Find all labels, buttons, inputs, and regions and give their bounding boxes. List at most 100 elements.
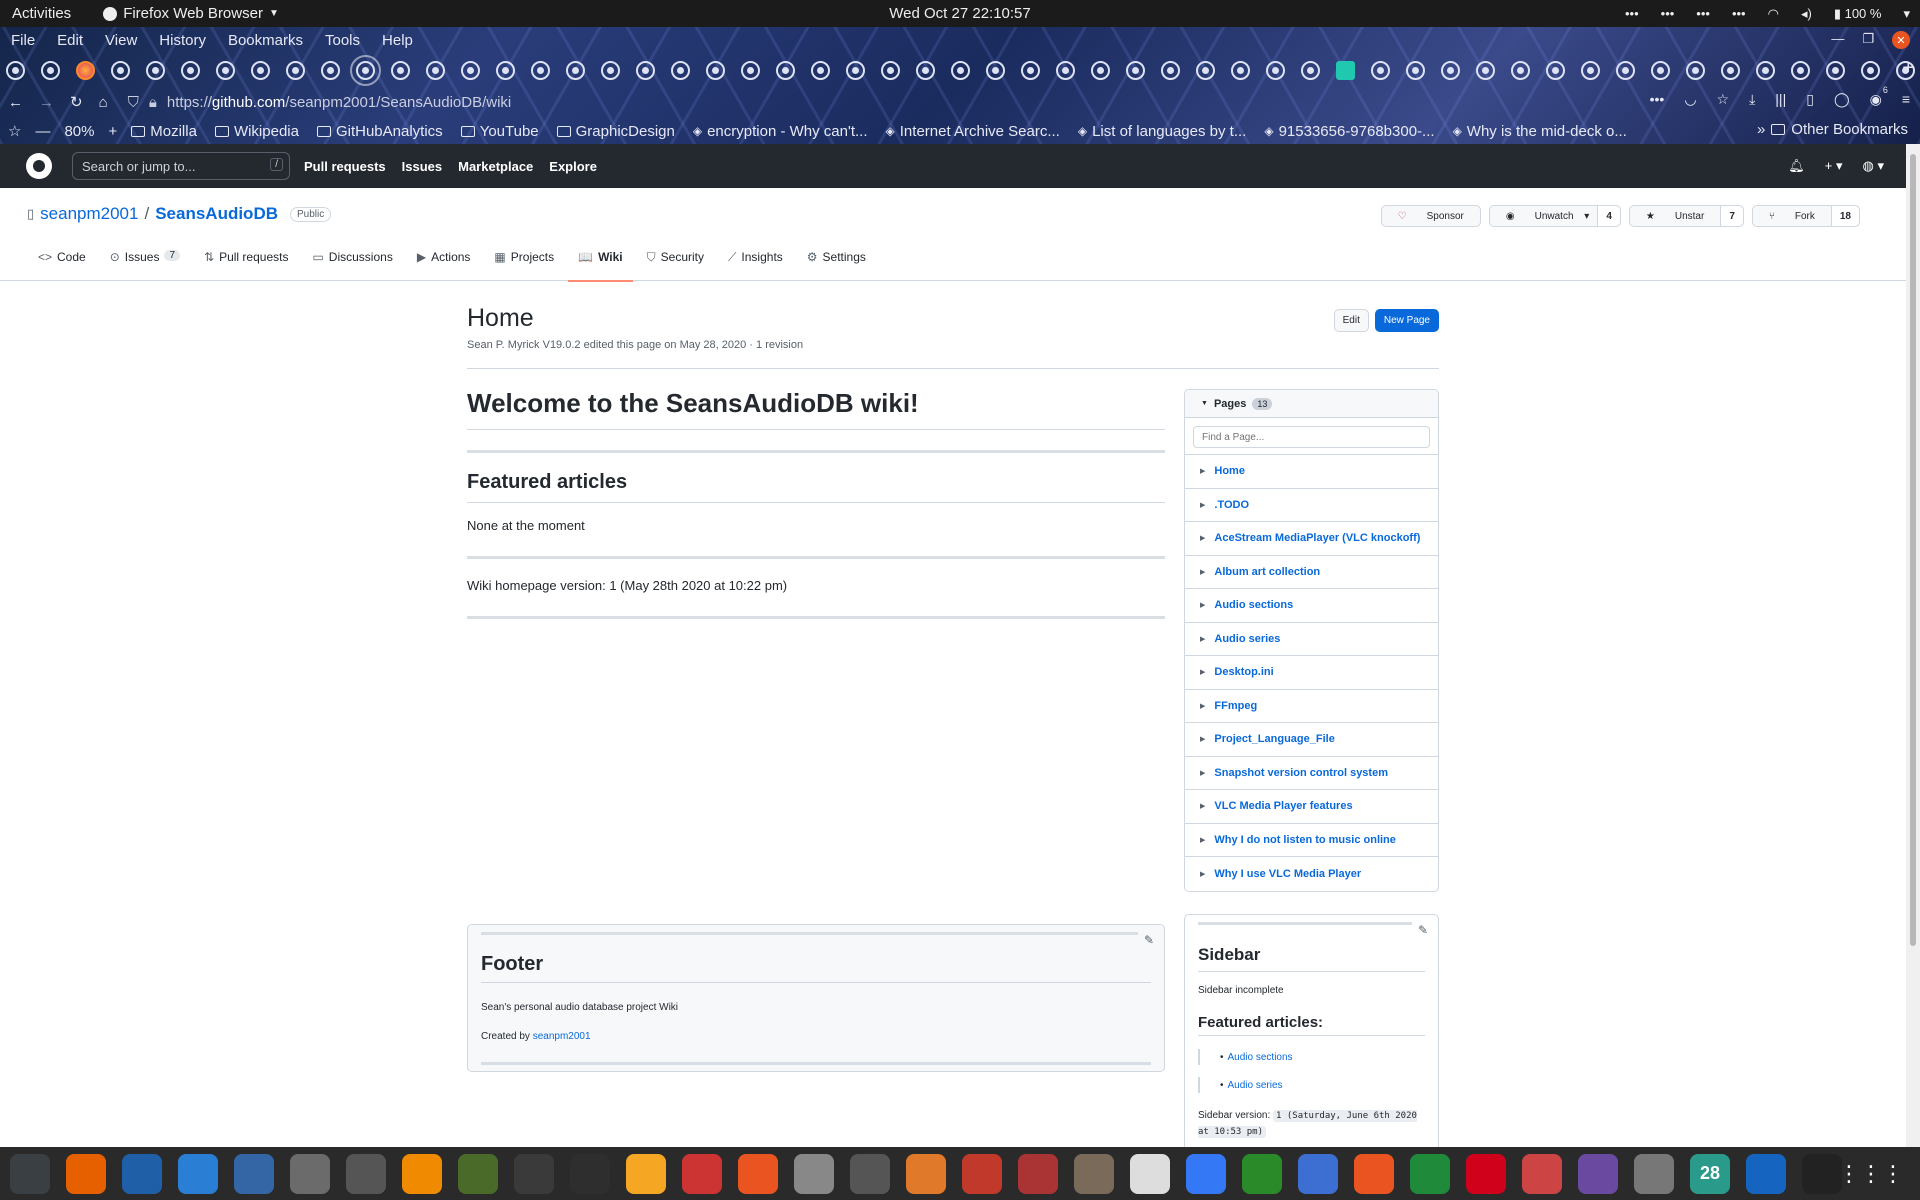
url-bar[interactable]: ⛉ 🔒︎ https://github.com/seanpm2001/Seans… <box>128 89 1628 115</box>
github-tab-icon[interactable] <box>461 60 480 80</box>
github-tab-icon[interactable] <box>1826 60 1845 80</box>
hamburger-menu-icon[interactable]: ≡ <box>1902 91 1910 108</box>
page-link[interactable]: Desktop.ini <box>1214 666 1273 678</box>
gnome-game-icon[interactable] <box>1634 1153 1674 1194</box>
caret-right-icon[interactable]: ▶ <box>1200 501 1205 509</box>
pdf-viewer-icon[interactable] <box>1018 1153 1058 1194</box>
github-tab-icon[interactable] <box>846 60 865 80</box>
caret-right-icon[interactable]: ▶ <box>1200 635 1205 643</box>
calculator-icon[interactable] <box>626 1153 666 1194</box>
account-icon[interactable]: ◯ <box>1834 91 1850 108</box>
wifi-icon[interactable]: ◠ <box>1768 6 1779 22</box>
zoom-level[interactable]: 80% <box>64 123 94 140</box>
pencil-icon[interactable]: ✎ <box>1418 923 1428 937</box>
back-icon[interactable]: ← <box>8 94 23 111</box>
bookmark-star-icon[interactable]: ☆ <box>8 122 21 140</box>
page-link[interactable]: FFmpeg <box>1214 700 1257 712</box>
page-item[interactable]: ▶ Album art collection <box>1185 556 1438 589</box>
repo-owner-link[interactable]: seanpm2001 <box>40 204 138 224</box>
software-center-icon[interactable] <box>738 1153 778 1194</box>
show-applications-icon[interactable]: ⋮⋮⋮ <box>1838 1161 1904 1187</box>
sidebar-link[interactable]: Audio series <box>1228 1080 1283 1091</box>
tab-settings[interactable]: ⚙ Settings <box>807 250 866 281</box>
bookmark-graphicdesign[interactable]: GraphicDesign <box>556 123 675 140</box>
page-link[interactable]: Why I use VLC Media Player <box>1214 868 1361 880</box>
sidebar-featured-item[interactable]: • Audio sections <box>1198 1049 1293 1065</box>
caret-right-icon[interactable]: ▶ <box>1200 836 1205 844</box>
github-tab-icon[interactable] <box>1126 60 1145 80</box>
caret-right-icon[interactable]: ▶ <box>1200 702 1205 710</box>
menu-file[interactable]: File <box>11 32 35 49</box>
nav-issues[interactable]: Issues <box>402 159 442 174</box>
page-item[interactable]: ▶ AceStream MediaPlayer (VLC knockoff) <box>1185 522 1438 556</box>
repo-name-link[interactable]: SeansAudioDB <box>155 204 278 224</box>
github-tab-icon[interactable] <box>741 60 760 80</box>
created-by-link[interactable]: seanpm2001 <box>533 1031 591 1042</box>
bookmark-encryption-why-can-t[interactable]: ◈ encryption - Why can't... <box>693 123 868 140</box>
bookmark-list-of-languages-by-t[interactable]: ◈ List of languages by t... <box>1078 123 1247 140</box>
zoom-out-icon[interactable]: — <box>35 123 50 140</box>
menu-edit[interactable]: Edit <box>57 32 83 49</box>
github-tab-icon[interactable] <box>251 60 270 80</box>
create-new-icon[interactable]: + ▾ <box>1825 158 1843 174</box>
caret-right-icon[interactable]: ▶ <box>1200 568 1205 576</box>
nav-marketplace[interactable]: Marketplace <box>458 159 533 174</box>
maximize-button[interactable]: ❐ <box>1862 31 1874 49</box>
tab-actions[interactable]: ▶ Actions <box>417 250 471 281</box>
clock[interactable]: Wed Oct 27 22:10:57 <box>889 5 1030 22</box>
nav-explore[interactable]: Explore <box>549 159 597 174</box>
activities-button[interactable]: Activities <box>0 5 83 22</box>
github-tab-icon[interactable] <box>1791 60 1810 80</box>
tab-security[interactable]: ⛉ Security <box>647 250 704 281</box>
avatar[interactable]: ◍ ▾ <box>1863 158 1884 174</box>
page-link[interactable]: Snapshot version control system <box>1214 767 1388 779</box>
document-scanner-icon[interactable] <box>962 1153 1002 1194</box>
fork-count[interactable]: 18 <box>1830 206 1859 226</box>
github-tab-icon[interactable] <box>426 60 445 80</box>
watch-count[interactable]: 4 <box>1597 206 1620 226</box>
github-tab-icon[interactable] <box>1511 60 1530 80</box>
page-item[interactable]: ▶ Home <box>1185 455 1438 489</box>
page-link[interactable]: Audio series <box>1214 633 1280 645</box>
extension-icon[interactable]: ◉ 6 <box>1870 85 1888 108</box>
volume-icon[interactable]: ◂) <box>1801 6 1812 22</box>
github-tab-icon[interactable] <box>146 60 165 80</box>
battery-status[interactable]: ▮ 100 % <box>1834 6 1882 22</box>
mario-game-icon[interactable] <box>1522 1153 1562 1194</box>
github-tab-icon[interactable] <box>881 60 900 80</box>
github-tab-icon[interactable] <box>1686 60 1705 80</box>
more-icon[interactable]: ••• <box>1625 6 1639 21</box>
overflow-chevron-icon[interactable]: » <box>1757 121 1765 138</box>
github-tab-icon[interactable] <box>951 60 970 80</box>
zoom-in-icon[interactable]: + <box>108 123 117 140</box>
more-icon[interactable]: ••• <box>1661 6 1675 21</box>
files-icon[interactable] <box>290 1153 330 1194</box>
github-tab-icon[interactable] <box>916 60 935 80</box>
vlc-icon[interactable] <box>402 1153 442 1194</box>
thunderbird-icon[interactable] <box>1746 1153 1786 1194</box>
search-input[interactable]: Search or jump to... / <box>72 152 290 180</box>
app-menu[interactable]: Firefox Web Browser ▼ <box>103 5 279 22</box>
reload-icon[interactable]: ↻ <box>70 93 83 111</box>
menu-view[interactable]: View <box>105 32 137 49</box>
github-tab-icon[interactable] <box>1476 60 1495 80</box>
edit-button[interactable]: Edit <box>1333 309 1369 332</box>
github-tab-icon[interactable] <box>671 60 690 80</box>
menu-history[interactable]: History <box>159 32 206 49</box>
github-tab-icon[interactable] <box>776 60 795 80</box>
github-tab-icon[interactable] <box>531 60 550 80</box>
page-link[interactable]: Why I do not listen to music online <box>1214 834 1396 846</box>
github-tab-icon[interactable] <box>811 60 830 80</box>
calendar-icon[interactable]: 28 <box>1690 1153 1730 1194</box>
page-item[interactable]: ▶ Audio series <box>1185 623 1438 656</box>
page-item[interactable]: ▶ Project_Language_File <box>1185 723 1438 757</box>
github-tab-icon[interactable] <box>1651 60 1670 80</box>
star-count[interactable]: 7 <box>1720 206 1743 226</box>
canva-tab-icon[interactable] <box>1336 60 1355 80</box>
github-tab-icon[interactable] <box>1301 60 1320 80</box>
page-link[interactable]: Project_Language_File <box>1214 733 1334 745</box>
gimp-icon[interactable] <box>458 1153 498 1194</box>
more-icon[interactable]: ••• <box>1732 6 1746 21</box>
page-item[interactable]: ▶ Audio sections <box>1185 589 1438 623</box>
github-tab-icon[interactable] <box>1231 60 1250 80</box>
